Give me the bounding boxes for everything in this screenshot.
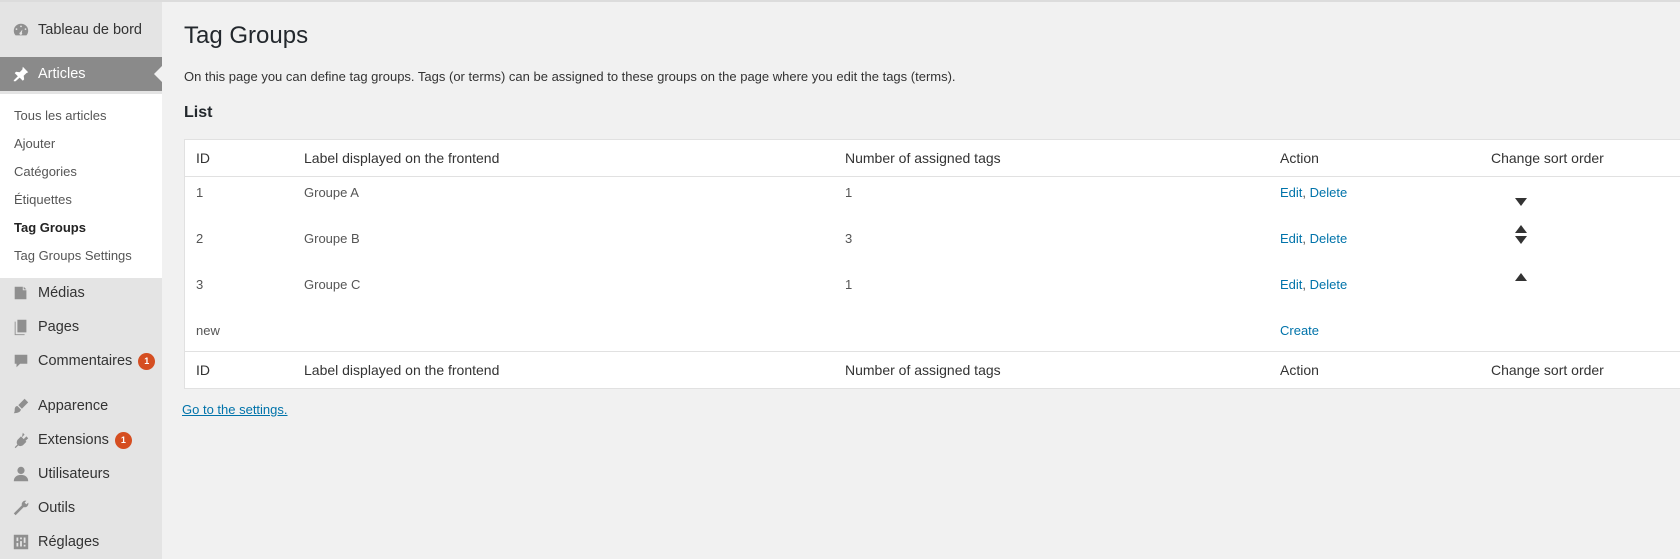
move-up-arrow-icon[interactable] [1515, 225, 1527, 233]
row-actions: Edit, Delete [1280, 185, 1347, 200]
delete-link[interactable]: Delete [1310, 231, 1348, 246]
brush-icon [10, 395, 32, 417]
wrench-icon [10, 497, 32, 519]
row-actions: Edit, Delete [1280, 277, 1347, 292]
new-row-id: new [196, 323, 220, 338]
footer-id: ID [196, 362, 210, 378]
submenu-item-categories[interactable]: Catégories [14, 164, 77, 179]
menu-item-articles[interactable]: Articles [0, 57, 162, 91]
page-title: Tag Groups [184, 22, 309, 49]
menu-item-plugins[interactable]: Extensions 1 [0, 424, 162, 456]
row-count: 1 [845, 185, 853, 200]
table-header-row: ID Label displayed on the frontend Numbe… [185, 140, 1680, 177]
comment-icon [10, 350, 32, 372]
edit-link[interactable]: Edit [1280, 277, 1302, 292]
main-content: Tag Groups On this page you can define t… [162, 0, 1680, 559]
comments-count-badge: 1 [138, 352, 156, 370]
new-group-row: new Create [185, 323, 1680, 351]
menu-item-label: Articles [38, 66, 86, 82]
plugins-count-badge: 1 [114, 431, 132, 449]
header-count: Number of assigned tags [845, 150, 1001, 166]
delete-link[interactable]: Delete [1310, 185, 1348, 200]
settings-icon [10, 531, 32, 553]
menu-item-dashboard[interactable]: Tableau de bord [0, 14, 162, 46]
move-down-arrow-icon[interactable] [1515, 198, 1527, 206]
header-action: Action [1280, 150, 1319, 166]
menu-item-comments[interactable]: Commentaires 1 [0, 345, 162, 377]
menu-item-settings[interactable]: Réglages [0, 526, 162, 558]
dashboard-icon [10, 19, 32, 41]
submenu-item-tag-groups[interactable]: Tag Groups [14, 220, 86, 235]
submenu-item-all-posts[interactable]: Tous les articles [14, 108, 106, 123]
admin-sidebar: Tableau de bord Articles Tous les articl… [0, 2, 162, 559]
row-label: Groupe C [304, 277, 361, 292]
page-intro: On this page you can define tag groups. … [184, 69, 956, 84]
footer-sort-order: Change sort order [1491, 362, 1604, 378]
user-icon [10, 463, 32, 485]
tag-groups-table: ID Label displayed on the frontend Numbe… [184, 139, 1680, 389]
menu-item-label: Utilisateurs [38, 466, 110, 482]
table-footer-row: ID Label displayed on the frontend Numbe… [185, 351, 1680, 388]
menu-item-users[interactable]: Utilisateurs [0, 458, 162, 490]
media-icon [10, 282, 32, 304]
table-row: 1 Groupe A 1 Edit, Delete [185, 185, 1680, 225]
menu-item-label: Pages [38, 319, 80, 335]
go-to-settings-link[interactable]: Go to the settings. [182, 402, 288, 417]
move-down-arrow-icon[interactable] [1515, 236, 1527, 244]
submenu-item-tags[interactable]: Étiquettes [14, 192, 72, 207]
menu-item-media[interactable]: Médias [0, 277, 162, 309]
row-label: Groupe A [304, 185, 359, 200]
menu-item-label: Extensions [38, 432, 109, 448]
table-row: 2 Groupe B 3 Edit, Delete [185, 225, 1680, 271]
menu-item-label: Outils [38, 500, 76, 516]
plugin-icon [10, 429, 32, 451]
delete-link[interactable]: Delete [1310, 277, 1348, 292]
create-link[interactable]: Create [1280, 323, 1319, 338]
articles-submenu: Tous les articles Ajouter Catégories Éti… [0, 94, 162, 278]
action-separator: , [1302, 231, 1307, 246]
header-id: ID [196, 150, 210, 166]
menu-item-appearance[interactable]: Apparence [0, 390, 162, 422]
edit-link[interactable]: Edit [1280, 231, 1302, 246]
submenu-item-add-new[interactable]: Ajouter [14, 136, 55, 151]
table-row: 3 Groupe C 1 Edit, Delete [185, 273, 1680, 317]
menu-item-label: Commentaires [38, 353, 133, 369]
action-separator: , [1302, 185, 1307, 200]
submenu-item-tag-groups-settings[interactable]: Tag Groups Settings [14, 248, 132, 263]
action-separator: , [1302, 277, 1307, 292]
row-label: Groupe B [304, 231, 360, 246]
pin-icon [10, 63, 32, 85]
header-label: Label displayed on the frontend [304, 150, 500, 166]
menu-item-label: Réglages [38, 534, 100, 550]
menu-item-tools[interactable]: Outils [0, 492, 162, 524]
row-count: 1 [845, 277, 853, 292]
row-id: 1 [196, 185, 204, 200]
footer-action: Action [1280, 362, 1319, 378]
menu-item-label: Apparence [38, 398, 109, 414]
footer-count: Number of assigned tags [845, 362, 1001, 378]
section-title: List [184, 104, 213, 121]
menu-item-label: Médias [38, 285, 85, 301]
header-sort-order: Change sort order [1491, 150, 1604, 166]
menu-item-label: Tableau de bord [38, 22, 142, 38]
menu-item-pages[interactable]: Pages [0, 311, 162, 343]
row-id: 3 [196, 277, 204, 292]
row-count: 3 [845, 231, 853, 246]
edit-link[interactable]: Edit [1280, 185, 1302, 200]
row-actions: Edit, Delete [1280, 231, 1347, 246]
move-up-arrow-icon[interactable] [1515, 273, 1527, 281]
footer-label: Label displayed on the frontend [304, 362, 500, 378]
pages-icon [10, 316, 32, 338]
row-id: 2 [196, 231, 204, 246]
